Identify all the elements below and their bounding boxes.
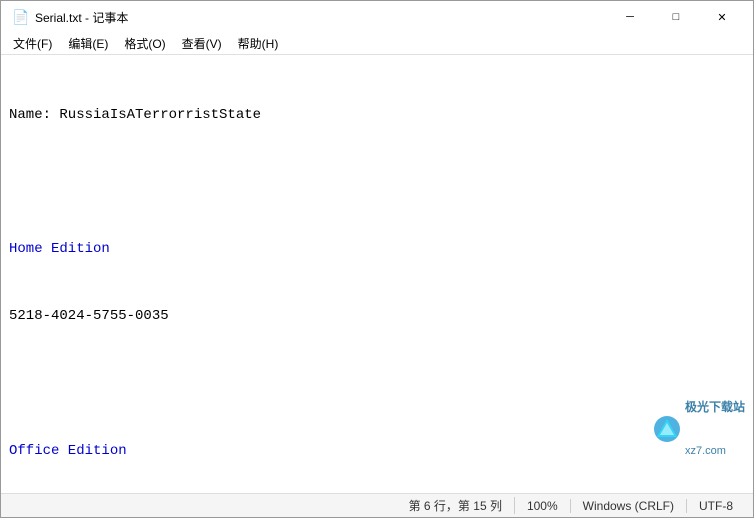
status-bar: 第 6 行，第 15 列 100% Windows (CRLF) UTF-8: [1, 493, 753, 517]
menu-help[interactable]: 帮助(H): [230, 33, 287, 54]
blank-line-2: [9, 372, 745, 394]
menu-bar: 文件(F) 编辑(E) 格式(O) 查看(V) 帮助(H): [1, 33, 753, 55]
menu-file[interactable]: 文件(F): [5, 33, 60, 54]
notepad-window: 📄 Serial.txt - 记事本 ─ □ ✕ 文件(F) 编辑(E) 格式(…: [0, 0, 754, 518]
app-icon: 📄: [13, 9, 29, 25]
serial-0: 5218-4024-5755-0035: [9, 305, 745, 327]
status-line-ending: Windows (CRLF): [571, 499, 687, 513]
status-encoding: UTF-8: [687, 499, 745, 513]
name-line: Name: RussiaIsATerrorristState: [9, 104, 745, 126]
status-position: 第 6 行，第 15 列: [397, 497, 515, 514]
menu-view[interactable]: 查看(V): [174, 33, 230, 54]
window-title: Serial.txt - 记事本: [35, 9, 128, 26]
close-button[interactable]: ✕: [699, 1, 745, 33]
watermark-icon: [653, 415, 681, 443]
edition-label-0: Home Edition: [9, 238, 745, 260]
status-zoom: 100%: [515, 499, 571, 513]
watermark: 极光下载站 xz7.com: [653, 371, 745, 487]
minimize-button[interactable]: ─: [607, 1, 653, 33]
window-controls: ─ □ ✕: [607, 1, 745, 33]
edition-label-1: Office Edition: [9, 440, 745, 462]
menu-format[interactable]: 格式(O): [116, 33, 173, 54]
text-content[interactable]: Name: RussiaIsATerrorristState Home Edit…: [1, 55, 753, 493]
maximize-button[interactable]: □: [653, 1, 699, 33]
watermark-text: 极光下载站 xz7.com: [685, 371, 745, 487]
blank-line-1: [9, 171, 745, 193]
title-bar: 📄 Serial.txt - 记事本 ─ □ ✕: [1, 1, 753, 33]
menu-edit[interactable]: 编辑(E): [60, 33, 116, 54]
title-bar-left: 📄 Serial.txt - 记事本: [13, 9, 128, 26]
